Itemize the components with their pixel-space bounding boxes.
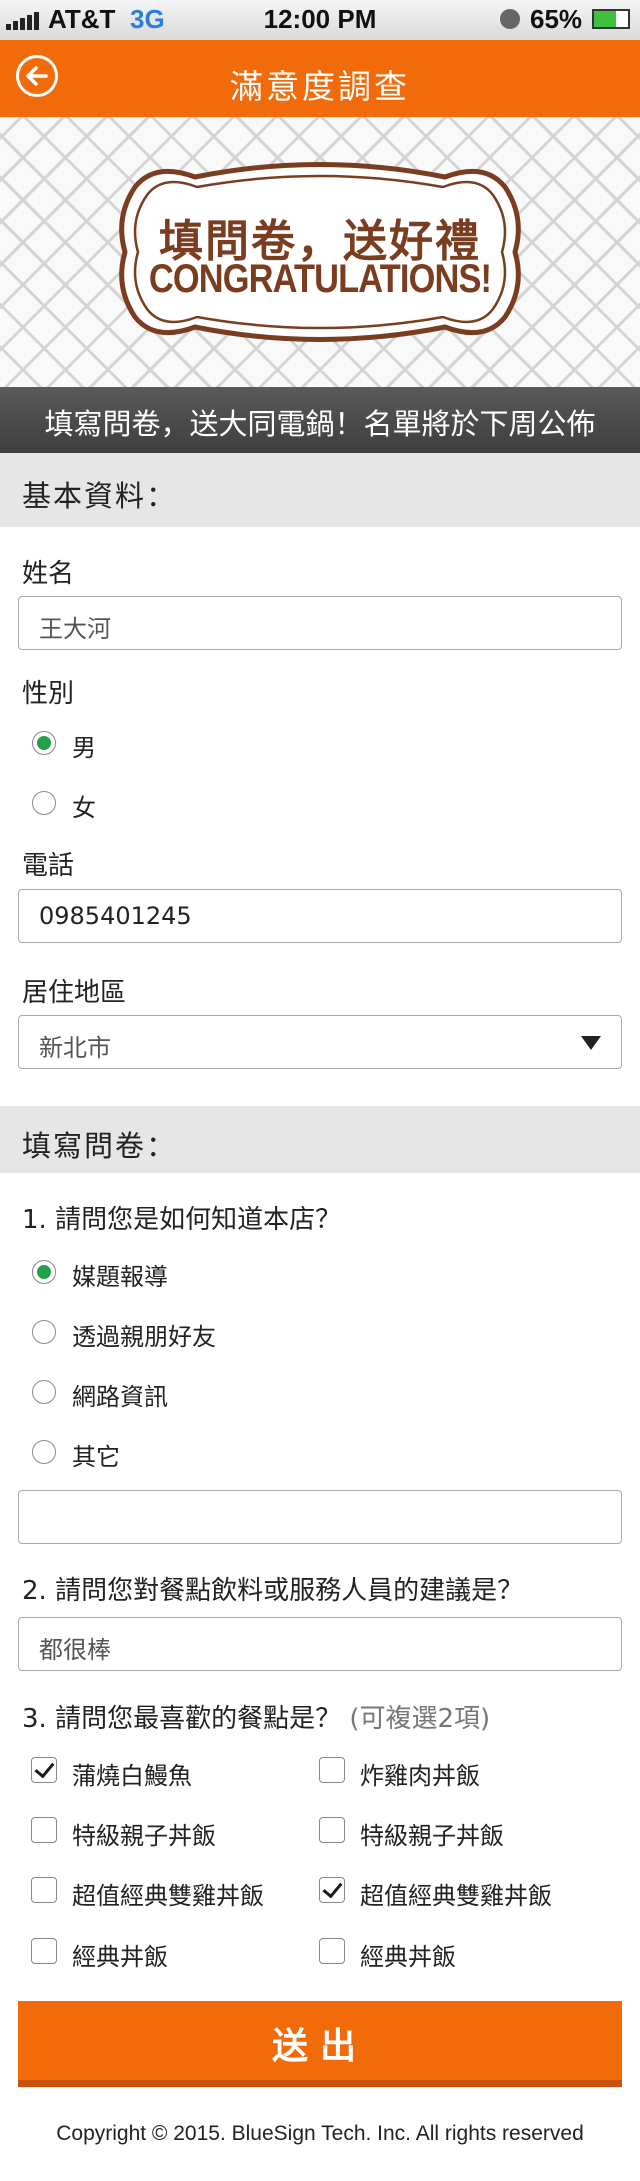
region-value: 新北市 bbox=[39, 1034, 111, 1062]
alarm-icon bbox=[500, 9, 520, 29]
section-survey: 填寫問卷： bbox=[0, 1106, 640, 1173]
q3-checkbox[interactable] bbox=[319, 1817, 345, 1843]
battery-percent: 65% bbox=[530, 4, 583, 34]
battery-icon bbox=[592, 9, 630, 29]
q3-question: 3. 請問您最喜歡的餐點是？ (可複選2項) bbox=[22, 1698, 490, 1735]
q3-question-text: 3. 請問您最喜歡的餐點是？ bbox=[22, 1704, 342, 1734]
footer-copyright: Copyright © 2015. BlueSign Tech. Inc. Al… bbox=[56, 2122, 584, 2145]
name-input[interactable]: 王大河 bbox=[18, 596, 622, 650]
submit-button[interactable]: 送出 bbox=[18, 2001, 622, 2087]
q3-option-label: 特級親子丼飯 bbox=[360, 1822, 504, 1850]
q1-option-label: 網路資訊 bbox=[72, 1383, 168, 1411]
q3-checkbox[interactable] bbox=[319, 1877, 345, 1903]
q1-option-label: 透過親朋好友 bbox=[72, 1323, 216, 1351]
gender-female-label: 女 bbox=[72, 794, 96, 822]
phone-label: 電話 bbox=[22, 851, 75, 881]
region-select[interactable]: 新北市 bbox=[18, 1015, 622, 1069]
q3-option-label: 蒲燒白鰻魚 bbox=[72, 1762, 192, 1790]
promo-text: 填寫問卷，送大同電鍋！名單將於下周公佈 bbox=[44, 407, 596, 441]
q3-option-label: 經典丼飯 bbox=[360, 1943, 456, 1971]
gender-label: 性別 bbox=[22, 679, 75, 709]
section-basic: 基本資料： bbox=[0, 453, 640, 527]
status-bar: AT&T 3G 12:00 PM 65% bbox=[0, 0, 640, 41]
banner: 填問卷，送好禮 CONGRATULATIONS! bbox=[0, 117, 640, 387]
q3-checkbox[interactable] bbox=[31, 1877, 57, 1903]
promo-bar: 填寫問卷，送大同電鍋！名單將於下周公佈 bbox=[0, 387, 640, 453]
section-title: 填寫問卷： bbox=[22, 1129, 178, 1163]
q2-input[interactable]: 都很棒 bbox=[18, 1617, 622, 1671]
q3-option-label: 經典丼飯 bbox=[72, 1943, 168, 1971]
q3-option-label: 超值經典雙雞丼飯 bbox=[72, 1882, 264, 1910]
q1-question: 1. 請問您是如何知道本店？ bbox=[22, 1205, 342, 1235]
chevron-down-icon bbox=[581, 1036, 601, 1050]
section-title: 基本資料： bbox=[22, 479, 178, 513]
phone-value: 0985401245 bbox=[39, 902, 192, 930]
q2-placeholder: 都很棒 bbox=[39, 1636, 111, 1664]
q3-checkbox[interactable] bbox=[319, 1938, 345, 1964]
phone-input[interactable]: 0985401245 bbox=[18, 889, 622, 943]
gender-female-radio[interactable] bbox=[32, 791, 56, 815]
name-placeholder: 王大河 bbox=[39, 615, 111, 643]
q3-checkbox[interactable] bbox=[319, 1757, 345, 1783]
q3-hint: (可複選2項) bbox=[349, 1704, 491, 1734]
page-title: 滿意度調查 bbox=[230, 67, 410, 106]
q3-checkbox[interactable] bbox=[31, 1938, 57, 1964]
q2-question: 2. 請問您對餐點飲料或服務人員的建議是？ bbox=[22, 1576, 524, 1606]
banner-subheadline: CONGRATULATIONS! bbox=[148, 257, 492, 301]
q3-option-label: 炸雞肉丼飯 bbox=[360, 1762, 480, 1790]
name-label: 姓名 bbox=[22, 559, 75, 589]
nav-bar: 滿意度調查 bbox=[0, 40, 640, 117]
submit-label: 送出 bbox=[271, 2026, 368, 2067]
gender-male-label: 男 bbox=[72, 734, 96, 762]
q1-option-radio[interactable] bbox=[32, 1380, 56, 1404]
q3-checkbox[interactable] bbox=[31, 1817, 57, 1843]
q1-option-radio[interactable] bbox=[32, 1260, 56, 1284]
q1-other-input[interactable] bbox=[18, 1490, 622, 1544]
q1-option-label: 媒題報導 bbox=[72, 1263, 168, 1291]
q3-option-label: 超值經典雙雞丼飯 bbox=[360, 1882, 552, 1910]
q1-option-label: 其它 bbox=[72, 1443, 120, 1471]
gender-male-radio[interactable] bbox=[32, 731, 56, 755]
q1-option-radio[interactable] bbox=[32, 1320, 56, 1344]
region-label: 居住地區 bbox=[22, 978, 127, 1008]
q1-option-radio[interactable] bbox=[32, 1440, 56, 1464]
q3-option-label: 特級親子丼飯 bbox=[72, 1822, 216, 1850]
q3-checkbox[interactable] bbox=[31, 1757, 57, 1783]
